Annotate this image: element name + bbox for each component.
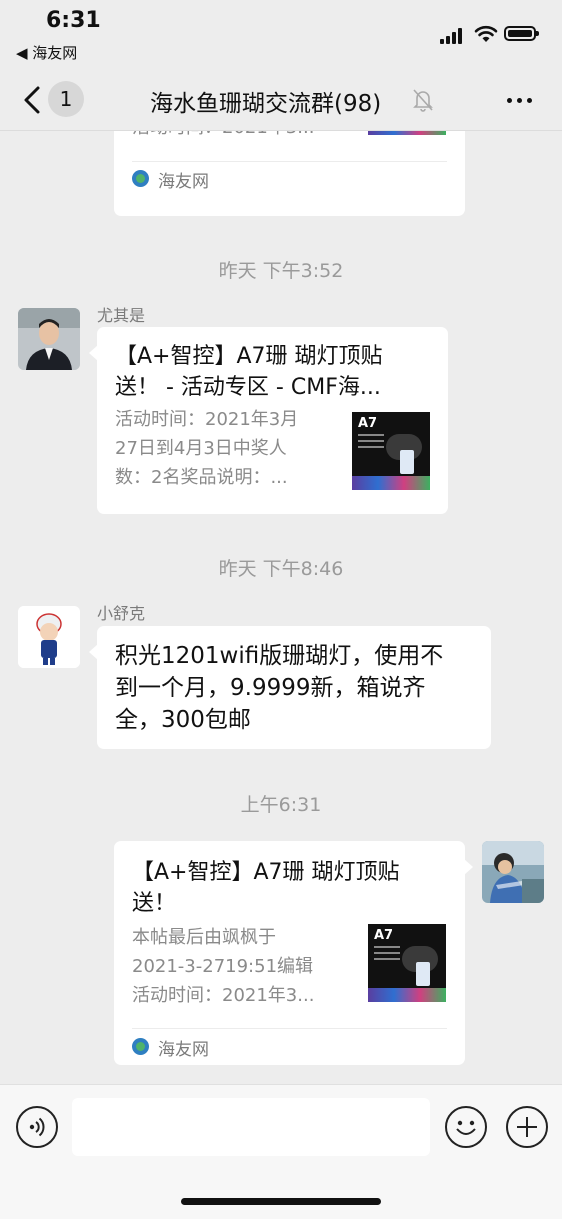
- avatar[interactable]: [482, 841, 544, 903]
- card-thumbnail: A7: [352, 412, 430, 490]
- cellular-signal-icon: [440, 28, 466, 44]
- emoji-icon[interactable]: [445, 1106, 487, 1148]
- sender-name: 尤其是: [97, 306, 146, 325]
- voice-icon[interactable]: [16, 1106, 58, 1148]
- chat-title: 海水鱼珊瑚交流群(98): [150, 91, 382, 117]
- home-indicator: [181, 1198, 381, 1205]
- message-timestamp: 昨天 下午3:52: [218, 260, 344, 282]
- avatar[interactable]: [18, 308, 80, 370]
- card-thumbnail: A7: [368, 924, 446, 1002]
- message-timestamp: 昨天 下午8:46: [218, 558, 344, 580]
- more-dots-icon[interactable]: [505, 88, 535, 112]
- card-source: 海友网: [158, 172, 209, 192]
- nav-bar: 1 海水鱼珊瑚交流群(98): [0, 70, 562, 131]
- avatar[interactable]: [18, 606, 80, 668]
- back-to-app-link[interactable]: ◀ 海友网: [16, 42, 77, 63]
- status-time: 6:31: [46, 8, 101, 33]
- unread-count-badge[interactable]: 1: [48, 81, 84, 117]
- battery-icon: [504, 26, 539, 41]
- chevron-left-icon[interactable]: [16, 82, 52, 118]
- sender-name: 小舒克: [97, 604, 146, 623]
- plus-icon[interactable]: [506, 1106, 548, 1148]
- status-bar: 6:31 ◀ 海友网: [0, 0, 562, 70]
- link-card-partial[interactable]: 活动时间：2021年3... 海友网: [114, 131, 465, 216]
- message-timestamp: 上午6:31: [240, 794, 322, 816]
- message-input[interactable]: [72, 1098, 430, 1156]
- card-source: 海友网: [158, 1040, 209, 1060]
- card-description: 本帖最后由飒枫于 2021-3-2719:51编辑 活动时间：2021年3...: [132, 927, 315, 1006]
- text-message[interactable]: 积光1201wifi版珊瑚灯，使用不 到一个月，9.9999新，箱说齐 全，30…: [89, 626, 491, 749]
- link-card[interactable]: 【A+智控】A7珊 瑚灯顶贴 送！ - 活动专区 - CMF海... 活动时间：…: [89, 327, 448, 514]
- card-title: 【A+智控】A7珊 瑚灯顶贴 送！ - 活动专区 - CMF海...: [115, 344, 383, 400]
- wifi-icon: [474, 25, 498, 42]
- message-text: 积光1201wifi版珊瑚灯，使用不 到一个月，9.9999新，箱说齐 全，30…: [115, 643, 444, 733]
- link-card[interactable]: 【A+智控】A7珊 瑚灯顶贴 送！ 本帖最后由飒枫于 2021-3-2719:5…: [114, 841, 473, 1065]
- chat-area[interactable]: 活动时间：2021年3... 海友网 昨天 下午3:52 尤其是 【A+智控】A…: [0, 131, 562, 1083]
- card-title: 【A+智控】A7珊 瑚灯顶贴 送！: [132, 860, 400, 916]
- source-logo-icon: [132, 170, 149, 187]
- card-description: 活动时间：2021年3...: [132, 131, 314, 142]
- card-description: 活动时间：2021年3月 27日到4月3日中奖人 数：2名奖品说明：...: [115, 409, 299, 488]
- source-logo-icon: [132, 1038, 149, 1055]
- card-thumbnail: [368, 131, 446, 135]
- bell-off-icon: [413, 89, 433, 112]
